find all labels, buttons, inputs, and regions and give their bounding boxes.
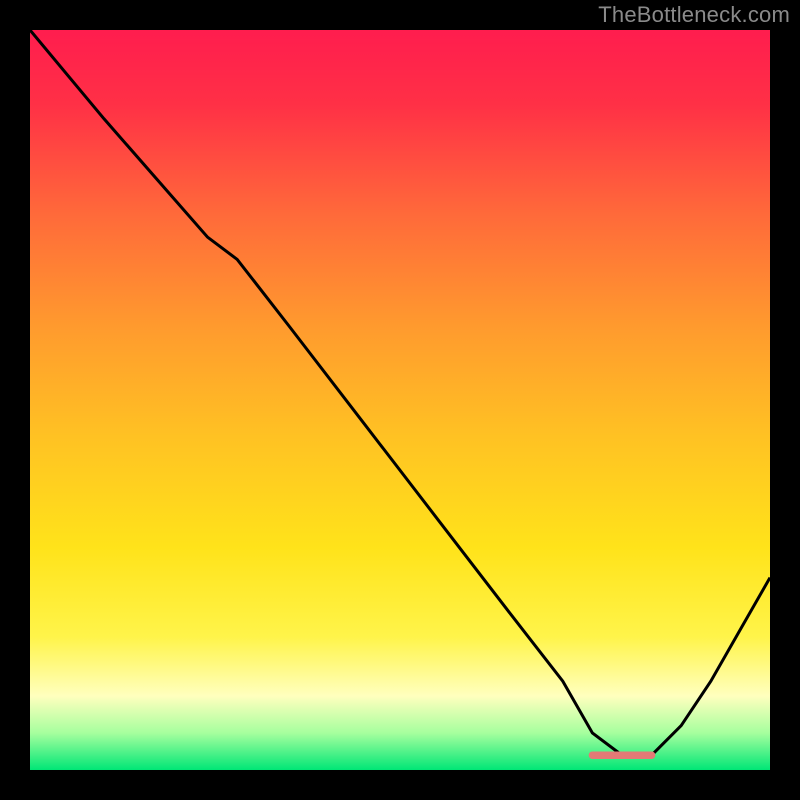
chart-frame: TheBottleneck.com (0, 0, 800, 800)
chart-svg (30, 30, 770, 770)
plot-area (30, 30, 770, 770)
gradient-rect (30, 30, 770, 770)
watermark-text: TheBottleneck.com (598, 2, 790, 28)
